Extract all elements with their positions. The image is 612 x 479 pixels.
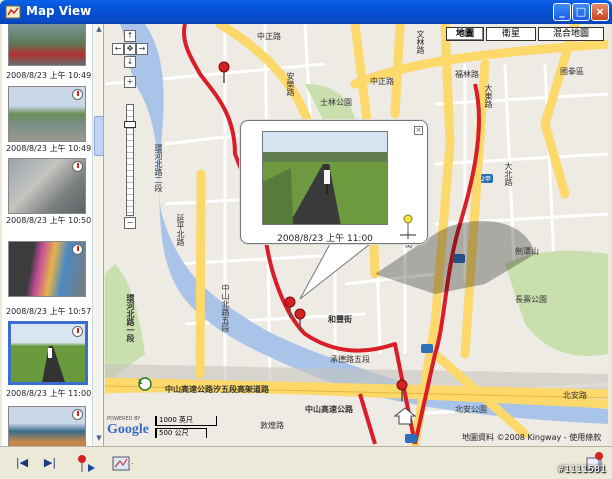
map-road-label: 北安路 [563, 391, 587, 400]
route-options-icon[interactable] [110, 453, 134, 473]
google-logo[interactable]: POWERED BY Google [107, 416, 149, 438]
compass-icon [72, 409, 83, 420]
info-window-photo[interactable] [262, 131, 388, 225]
close-button[interactable]: × [591, 3, 609, 21]
map-road-label: 安樂路 [286, 72, 295, 96]
map-type-button-hybrid[interactable]: 混合地圖 [538, 27, 604, 41]
scale-ft: 1000 英尺 [155, 416, 217, 426]
map-road-label: 中山北路五段 [221, 284, 230, 332]
photo-thumbnail[interactable] [8, 86, 86, 142]
photo-time: 2008/8/23 上午 10:49 [6, 71, 92, 80]
photo-thumbnail[interactable] [8, 24, 86, 66]
maximize-button[interactable]: □ [572, 3, 590, 21]
watermark-text: #1111581 [557, 464, 606, 475]
window-title: Map View [26, 4, 92, 18]
scale-m: 500 公尺 [155, 428, 207, 438]
info-window-caption: 2008/8/23 上午 11:00 [277, 234, 373, 244]
compass-icon [72, 161, 83, 172]
compass-icon [72, 326, 83, 337]
map-road-label: 大東路 [484, 84, 493, 108]
photo-marker-pin-icon[interactable] [217, 61, 231, 83]
scroll-up-arrow-icon[interactable]: ▲ [94, 25, 103, 35]
photo-thumbnail[interactable] [8, 158, 86, 214]
info-photo-image [263, 132, 387, 224]
map-poi-label: 長壽公園 [515, 295, 547, 304]
info-window: × 2008/8/23 上午 11:00 [240, 120, 428, 244]
scrollbar-thumb[interactable] [94, 116, 103, 156]
map-road-label: 環河北路一段 [126, 294, 135, 342]
map-road-label: 環河北路二段 [154, 144, 163, 192]
map-highway-label: 中山高速公路汐五段高架道路 [165, 385, 269, 394]
compass-icon [72, 89, 83, 100]
photo-list[interactable]: 2008/8/23 上午 10:49 2008/8/23 上午 10:49 20… [2, 24, 104, 446]
bottom-toolbar: |◀ ▶| #1111581 [0, 446, 612, 479]
map-view-window: Map View _ □ × 2008/8/23 上午 10:49 2008/8… [0, 0, 612, 479]
photo-marker-pin-icon[interactable] [395, 379, 409, 401]
photo-thumbnail[interactable] [8, 406, 86, 446]
compass-icon [72, 244, 83, 255]
photo-marker-pin-icon[interactable] [293, 308, 307, 330]
map-road-label: 大北路 [504, 162, 513, 186]
map-road-label: 中正路 [257, 32, 281, 41]
street-view-pegman-icon[interactable] [397, 213, 419, 241]
title-bar[interactable]: Map View _ □ × [0, 0, 612, 24]
zoom-in-icon[interactable]: + [124, 76, 136, 88]
pan-left-icon[interactable]: ← [112, 43, 124, 55]
map-road-label: 和豐街 [328, 315, 352, 324]
map-highway-label: 中山高速公路 [305, 405, 353, 414]
map-canvas[interactable]: 中正路 中正路 文林路 福林路 大北路 士林公園 大東路 承德路五段 和豐街 劍… [105, 24, 608, 446]
map-park-label: 士林公園 [320, 98, 352, 107]
pan-center-icon[interactable]: ✥ [124, 43, 136, 55]
map-road-label: 敦煌路 [260, 421, 284, 430]
info-window-close-icon[interactable]: × [414, 126, 423, 135]
photo-time: 2008/8/23 上午 10:50 [6, 216, 92, 225]
map-park-label: 北安公園 [455, 405, 487, 414]
pan-up-icon[interactable]: ↑ [124, 30, 136, 42]
pan-right-icon[interactable]: → [136, 43, 148, 55]
map-copyright[interactable]: 地圖資料 ©2008 Kingway - 使用條款 [462, 432, 601, 443]
map-type-button-satellite[interactable]: 衛星 [486, 27, 536, 41]
first-photo-button[interactable]: |◀ [10, 453, 34, 473]
photo-time: 2008/8/23 上午 11:00 [6, 389, 92, 398]
google-wordmark: Google [107, 422, 149, 437]
photo-time: 2008/8/23 上午 10:49 [6, 144, 92, 153]
highway-shield-number: 1 [138, 378, 143, 386]
minimize-button[interactable]: _ [553, 3, 571, 21]
marker-play-icon[interactable] [74, 453, 98, 473]
photo-thumbnail[interactable] [8, 241, 86, 297]
map-area-label: 國拳區 [560, 67, 584, 76]
photo-time: 2008/8/23 上午 10:57 [6, 307, 92, 316]
route-shield-label: 2甲 [481, 176, 491, 183]
map-road-label: 中正路 [370, 77, 394, 86]
map-poi-label: 劍潭山 [515, 247, 539, 256]
map-road-label: 福林路 [455, 70, 479, 79]
last-photo-button[interactable]: ▶| [38, 453, 62, 473]
map-road-label: 承德路五段 [330, 355, 370, 364]
app-icon [5, 5, 21, 19]
map-type-button-map[interactable]: 地圖 [446, 27, 484, 41]
scroll-down-arrow-icon[interactable]: ▼ [94, 434, 103, 444]
map-scale: 1000 英尺 500 公尺 [155, 416, 230, 442]
zoom-out-icon[interactable]: − [124, 217, 136, 229]
zoom-slider-knob[interactable] [124, 121, 136, 128]
map-road-label: 延平北路 [176, 214, 185, 246]
photo-thumbnail-selected[interactable] [8, 321, 88, 385]
pan-down-icon[interactable]: ↓ [124, 56, 136, 68]
sidebar-scrollbar[interactable]: ▲ ▼ [92, 24, 103, 446]
map-road-label: 文林路 [416, 30, 425, 54]
zoom-slider[interactable] [124, 104, 136, 216]
